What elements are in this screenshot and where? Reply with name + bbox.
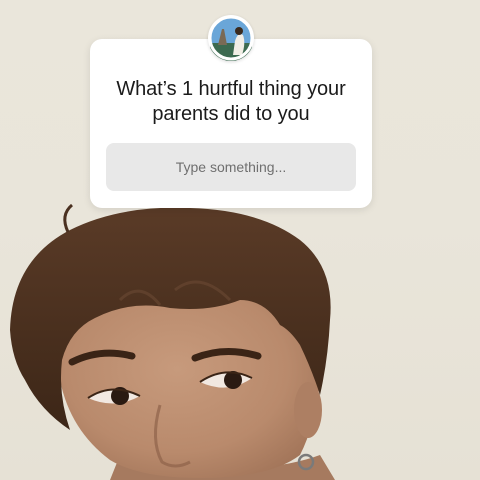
avatar-icon[interactable] xyxy=(208,15,254,61)
answer-input[interactable] xyxy=(106,143,356,191)
question-text: What’s 1 hurtful thing your parents did … xyxy=(116,78,346,125)
question-sticker[interactable]: What’s 1 hurtful thing your parents did … xyxy=(90,39,372,208)
profile-photo-icon xyxy=(208,15,254,61)
